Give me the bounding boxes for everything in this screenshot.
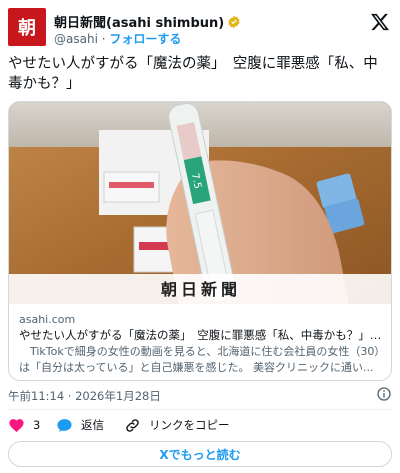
tweet-text: やせたい人がすがる「魔法の薬」 空腹に罪悪感「私、中毒かも？」 [8, 56, 378, 92]
reply-label: 返信 [81, 418, 104, 432]
display-name-text[interactable]: 朝日新聞(asahi shimbun) [54, 16, 224, 31]
link-card[interactable]: 7.5 朝日新聞 asahi.com やせたい人がすがる「魔法の薬」 空腹に罪悪… [8, 101, 392, 381]
avatar[interactable]: 朝 [8, 8, 46, 46]
card-image[interactable]: 7.5 朝日新聞 [9, 102, 391, 304]
display-name[interactable]: 朝日新聞(asahi shimbun) [54, 12, 241, 31]
link-icon [126, 418, 139, 432]
like-button[interactable]: 3 [8, 414, 40, 436]
verified-badge-icon [228, 15, 240, 29]
handle[interactable]: @asahi [54, 32, 98, 46]
x-logo-icon[interactable] [370, 12, 390, 32]
timestamp[interactable]: 午前11:14 · 2026年1月28日 [8, 388, 161, 404]
reply-icon [57, 418, 72, 432]
card-description: TikTokで細身の女性の動画を見ると、北海道に住む会社員の女性（30）は「自分… [19, 345, 380, 374]
copy-link-label: リンクをコピー [149, 418, 230, 432]
copy-link-button[interactable]: リンクをコピー [124, 414, 230, 436]
handle-line: @asahi · フォローする [54, 30, 181, 47]
read-more-button[interactable]: Xでもっと読む [8, 441, 392, 467]
heart-icon [9, 418, 24, 432]
card-domain: asahi.com [19, 313, 76, 326]
card-title[interactable]: やせたい人がすがる「魔法の薬」 空腹に罪悪感「私、中毒かも？」:... [19, 327, 383, 344]
like-count: 3 [33, 418, 41, 432]
reply-button[interactable]: 返信 [56, 414, 104, 436]
separator: · [97, 32, 110, 46]
divider [8, 409, 392, 410]
info-icon[interactable] [376, 386, 392, 402]
follow-button[interactable]: フォローする [109, 32, 181, 46]
action-bar: 3 返信 リンクをコピー [8, 414, 392, 436]
card-photo: 7.5 朝日新聞 [9, 102, 391, 304]
tweet-header: 朝 朝日新聞(asahi shimbun) @asahi · フォローする [8, 8, 392, 48]
image-caption: 朝日新聞 [161, 280, 241, 299]
card-body[interactable]: asahi.com やせたい人がすがる「魔法の薬」 空腹に罪悪感「私、中毒かも？… [9, 304, 391, 380]
